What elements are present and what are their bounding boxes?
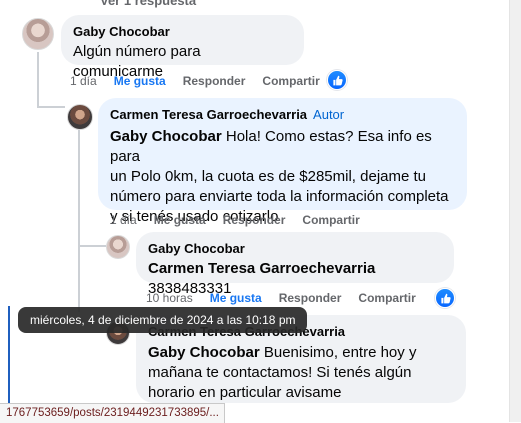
author-badge: Autor — [313, 107, 345, 122]
reply-button[interactable]: Responder — [279, 290, 342, 306]
share-button[interactable]: Compartir — [262, 73, 319, 89]
comment-author-name[interactable]: Carmen Teresa Garroechevarria — [110, 107, 307, 122]
avatar-carmen[interactable] — [67, 104, 93, 130]
comment-line: número para enviarte toda la información… — [110, 188, 449, 205]
like-button[interactable]: Me gusta — [114, 73, 166, 89]
mention-link[interactable]: Gaby Chocobar — [110, 128, 222, 145]
comment-time[interactable]: 1 día — [70, 73, 97, 89]
comment-bubble-author: Carmen Teresa Garroechevarria Autor Gaby … — [98, 98, 467, 225]
comment-time[interactable]: 10 horas — [146, 290, 193, 306]
mention-link[interactable]: Gaby Chocobar — [148, 344, 260, 361]
comment-line: mañana te contactamos! Si tenés algún — [148, 364, 412, 381]
focus-indicator — [8, 306, 10, 406]
comment-actions: 1 día Me gusta Responder Compartir — [70, 73, 320, 89]
comment-author[interactable]: Gaby Chocobar — [73, 23, 292, 40]
scrollbar[interactable] — [509, 0, 521, 422]
reply-button[interactable]: Responder — [183, 73, 246, 89]
thread-line — [78, 245, 106, 247]
share-button[interactable]: Compartir — [358, 290, 415, 306]
thread-line — [37, 106, 65, 108]
timestamp-tooltip: miércoles, 4 de diciembre de 2024 a las … — [18, 307, 308, 333]
view-replies-link[interactable]: Ver 1 respuesta — [100, 0, 196, 8]
avatar-gaby[interactable] — [22, 18, 54, 50]
comment-bubble: Gaby Chocobar Algún número para comunica… — [61, 15, 304, 80]
thread-line — [37, 52, 39, 108]
thread-line — [78, 130, 80, 312]
thumbs-up-icon[interactable] — [435, 288, 455, 308]
like-button[interactable]: Me gusta — [210, 290, 262, 306]
comment-line: horario en particular avisame — [148, 384, 342, 401]
comment-line: Buenisimo, entre hoy y — [263, 344, 417, 361]
comment-line: un Polo 0km, la cuota es de $285mil, dej… — [110, 168, 427, 185]
comment-actions: 10 horas Me gusta Responder Compartir — [146, 290, 416, 306]
mention-link[interactable]: Carmen Teresa Garroechevarria — [148, 260, 375, 277]
status-url-bar: 1767753659/posts/2319449231733895/... — [0, 403, 225, 423]
thumbs-up-icon[interactable] — [327, 70, 347, 90]
share-button[interactable]: Compartir — [302, 212, 359, 228]
avatar-gaby[interactable] — [106, 235, 130, 259]
comment-text: Gaby Chocobar Buenisimo, entre hoy y mañ… — [148, 343, 454, 403]
comment-time[interactable]: 1 día — [110, 212, 137, 228]
comment-author[interactable]: Gaby Chocobar — [148, 240, 442, 257]
comment-bubble: Gaby Chocobar Carmen Teresa Garroechevar… — [136, 232, 454, 297]
comment-author[interactable]: Carmen Teresa Garroechevarria Autor — [110, 106, 455, 123]
like-button[interactable]: Me gusta — [154, 212, 206, 228]
reply-button[interactable]: Responder — [223, 212, 286, 228]
comment-actions: 1 día Me gusta Responder Compartir — [110, 212, 360, 228]
